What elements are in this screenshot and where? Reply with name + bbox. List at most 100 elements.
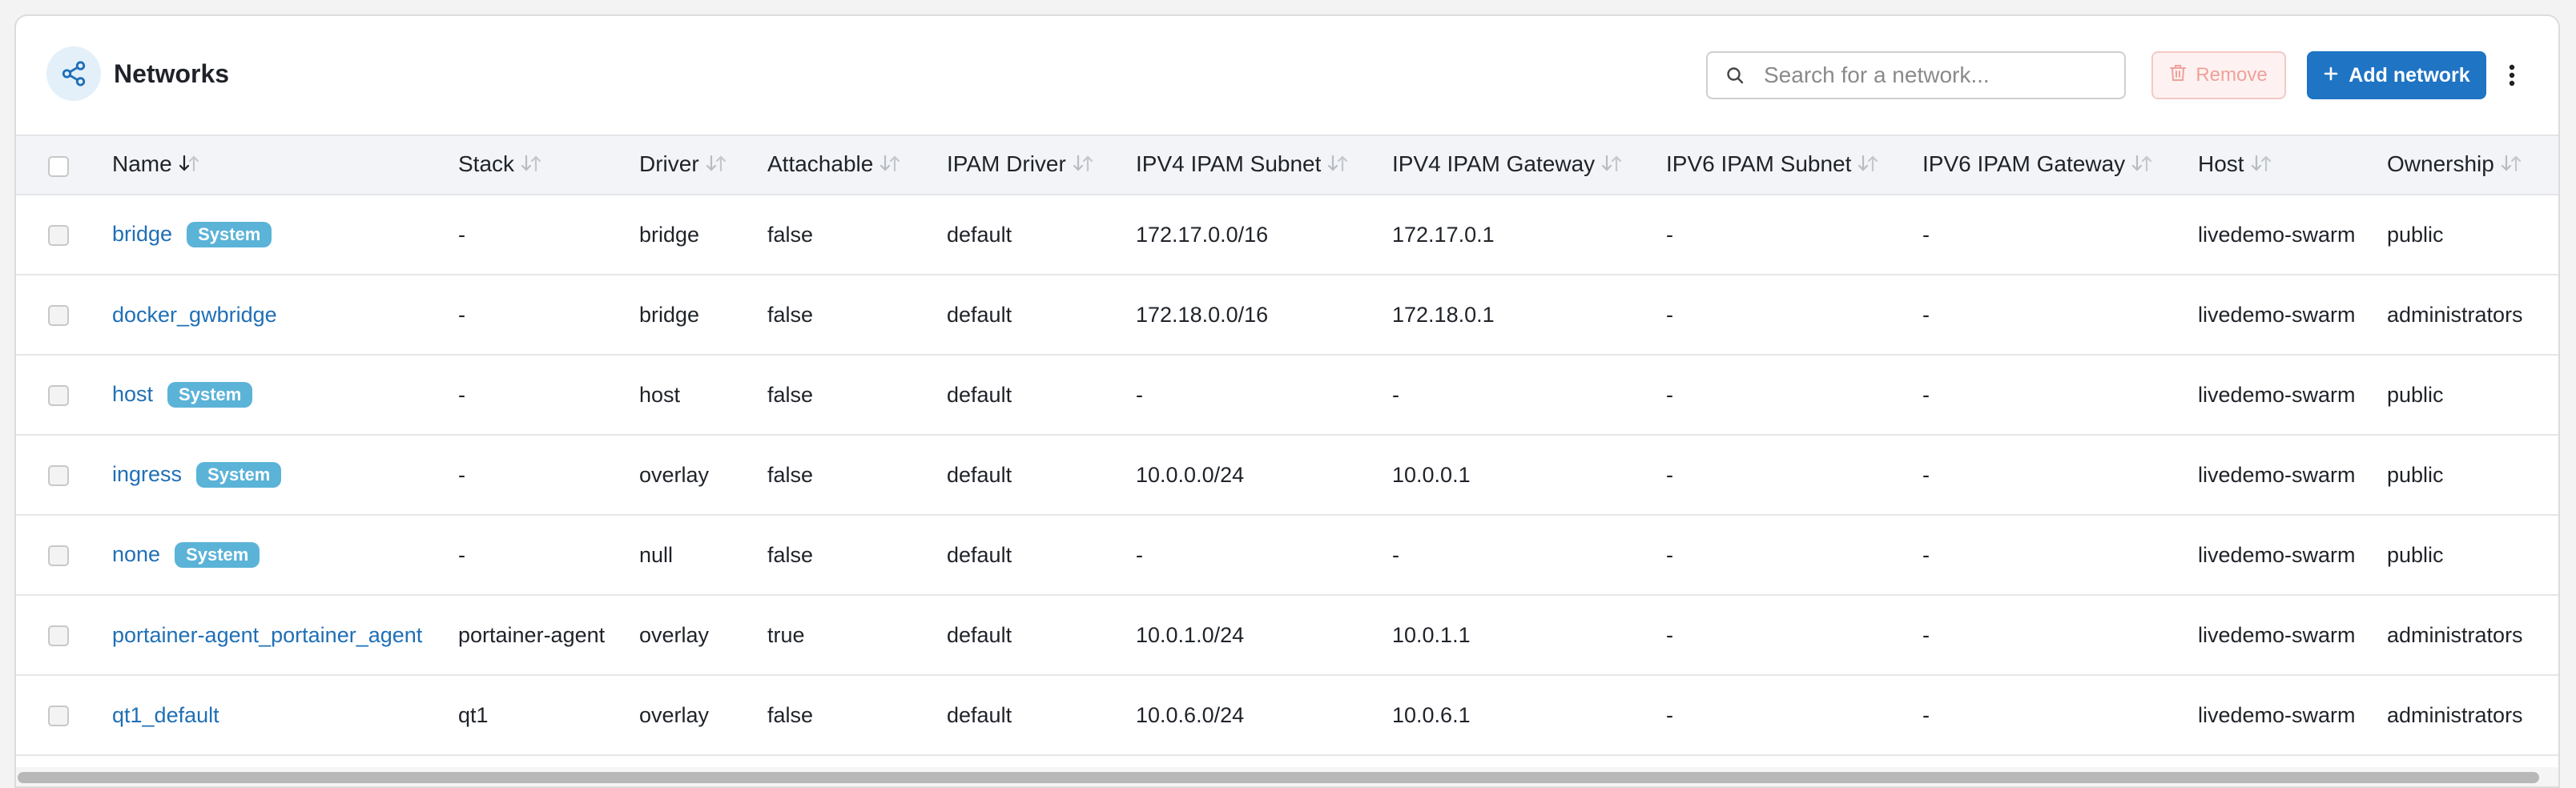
network-name-link[interactable]: qt1_default bbox=[112, 703, 219, 727]
row-select-cell bbox=[16, 515, 112, 596]
remove-label: Remove bbox=[2196, 64, 2268, 86]
network-name-link[interactable]: portainer-agent_portainer_agent bbox=[112, 623, 422, 647]
cell-attachable: false bbox=[767, 195, 947, 275]
cell-ipv6-subnet: - bbox=[1666, 355, 1922, 436]
column-header-host[interactable]: Host bbox=[2198, 135, 2387, 195]
cell-ipam-driver: default bbox=[947, 355, 1136, 436]
cell-ipv6-subnet: - bbox=[1666, 435, 1922, 516]
add-network-label: Add network bbox=[2349, 63, 2470, 86]
cell-attachable: false bbox=[767, 435, 947, 516]
cell-attachable: false bbox=[767, 675, 947, 756]
cell-ipv6-subnet: - bbox=[1666, 675, 1922, 756]
cell-attachable: false bbox=[767, 515, 947, 596]
sort-icon[interactable] bbox=[1601, 153, 1622, 179]
table-row: docker_gwbridge - bridge false default 172.18… bbox=[16, 275, 2558, 356]
column-header-ipv4-subnet[interactable]: IPV4 IPAM Subnet bbox=[1136, 135, 1392, 195]
cell-driver: bridge bbox=[639, 275, 767, 356]
network-name-link[interactable]: bridge bbox=[112, 222, 172, 246]
more-options-icon[interactable] bbox=[2498, 56, 2526, 94]
cell-ipam-driver: default bbox=[947, 275, 1136, 356]
cell-name: ingress System bbox=[112, 435, 458, 516]
cell-stack: - bbox=[458, 435, 639, 516]
network-name-link[interactable]: docker_gwbridge bbox=[112, 303, 277, 327]
row-select-cell bbox=[16, 275, 112, 356]
column-header-label: Attachable bbox=[767, 151, 874, 177]
column-header-ipv4-gateway[interactable]: IPV4 IPAM Gateway bbox=[1392, 135, 1666, 195]
row-select-cell bbox=[16, 195, 112, 275]
column-header-label: Host bbox=[2198, 151, 2244, 177]
cell-stack: portainer-agent bbox=[458, 595, 639, 676]
cell-ipam-driver: default bbox=[947, 595, 1136, 676]
row-checkbox[interactable] bbox=[48, 305, 69, 327]
row-select-cell bbox=[16, 355, 112, 436]
column-header-ownership[interactable]: Ownership bbox=[2387, 135, 2558, 195]
table-row: qt1_default qt1 overlay false default 10.0.6.… bbox=[16, 675, 2558, 756]
row-select-cell bbox=[16, 435, 112, 516]
cell-name: portainer-agent_portainer_agent bbox=[112, 595, 458, 676]
row-checkbox[interactable] bbox=[48, 625, 69, 647]
column-header-stack[interactable]: Stack bbox=[458, 135, 639, 195]
column-header-driver[interactable]: Driver bbox=[639, 135, 767, 195]
cell-attachable: true bbox=[767, 595, 947, 676]
sort-icon[interactable] bbox=[2501, 153, 2522, 179]
column-header-attachable[interactable]: Attachable bbox=[767, 135, 947, 195]
cell-name: host System bbox=[112, 355, 458, 436]
search-box[interactable] bbox=[1706, 51, 2126, 99]
system-badge: System bbox=[167, 382, 253, 408]
cell-name: docker_gwbridge bbox=[112, 275, 458, 356]
horizontal-scrollbar[interactable] bbox=[16, 767, 2558, 786]
cell-ownership: public bbox=[2387, 435, 2558, 516]
remove-button[interactable]: Remove bbox=[2151, 51, 2286, 99]
sort-icon[interactable] bbox=[2131, 153, 2152, 179]
scrollbar-thumb[interactable] bbox=[18, 772, 2539, 783]
row-checkbox[interactable] bbox=[48, 706, 69, 727]
add-network-button[interactable]: Add network bbox=[2307, 51, 2486, 99]
sort-icon[interactable] bbox=[706, 153, 727, 179]
row-checkbox[interactable] bbox=[48, 225, 69, 247]
row-checkbox[interactable] bbox=[48, 465, 69, 487]
trash-icon bbox=[2170, 64, 2187, 87]
sort-icon[interactable] bbox=[521, 153, 541, 179]
column-header-ipam-driver[interactable]: IPAM Driver bbox=[947, 135, 1136, 195]
table-row: portainer-agent_portainer_agent portainer… bbox=[16, 595, 2558, 676]
sort-icon[interactable] bbox=[1858, 153, 1878, 179]
cell-ipam-driver: default bbox=[947, 435, 1136, 516]
select-all-cell bbox=[16, 135, 112, 195]
sort-descending-icon[interactable] bbox=[179, 153, 199, 179]
cell-driver: overlay bbox=[639, 595, 767, 676]
cell-ipv6-subnet: - bbox=[1666, 275, 1922, 356]
cell-ipv4-gateway: 172.18.0.1 bbox=[1392, 275, 1666, 356]
network-name-link[interactable]: none bbox=[112, 542, 160, 566]
cell-driver: overlay bbox=[639, 675, 767, 756]
sort-icon[interactable] bbox=[1073, 153, 1093, 179]
select-all-checkbox[interactable] bbox=[48, 155, 69, 177]
sort-icon[interactable] bbox=[2251, 153, 2272, 179]
network-name-link[interactable]: ingress bbox=[112, 462, 182, 486]
column-header-name[interactable]: Name bbox=[112, 135, 458, 195]
sort-icon[interactable] bbox=[879, 153, 900, 179]
cell-ipv4-subnet: 10.0.1.0/24 bbox=[1136, 595, 1392, 676]
column-header-ipv6-gateway[interactable]: IPV6 IPAM Gateway bbox=[1922, 135, 2198, 195]
column-header-label: Stack bbox=[458, 151, 515, 177]
sort-icon[interactable] bbox=[1327, 153, 1348, 179]
cell-attachable: false bbox=[767, 275, 947, 356]
row-checkbox[interactable] bbox=[48, 545, 69, 567]
column-header-ipv6-subnet[interactable]: IPV6 IPAM Subnet bbox=[1666, 135, 1922, 195]
cell-ipv4-gateway: 10.0.6.1 bbox=[1392, 675, 1666, 756]
cell-stack: - bbox=[458, 355, 639, 436]
cell-ownership: administrators bbox=[2387, 275, 2558, 356]
row-checkbox[interactable] bbox=[48, 385, 69, 407]
cell-attachable: false bbox=[767, 355, 947, 436]
cell-ipv4-subnet: 10.0.6.0/24 bbox=[1136, 675, 1392, 756]
share-icon bbox=[46, 46, 101, 101]
cell-ipv6-gateway: - bbox=[1922, 355, 2198, 436]
column-header-label: IPV6 IPAM Subnet bbox=[1666, 151, 1852, 177]
cell-stack: - bbox=[458, 195, 639, 275]
row-select-cell bbox=[16, 675, 112, 756]
network-name-link[interactable]: host bbox=[112, 382, 153, 406]
cell-driver: bridge bbox=[639, 195, 767, 275]
cell-stack: qt1 bbox=[458, 675, 639, 756]
table-row: bridge System - bridge false default 172.17.0.… bbox=[16, 195, 2558, 275]
table-row: none System - null false default - - - - livedemo-… bbox=[16, 515, 2558, 596]
search-input[interactable] bbox=[1762, 62, 2118, 89]
